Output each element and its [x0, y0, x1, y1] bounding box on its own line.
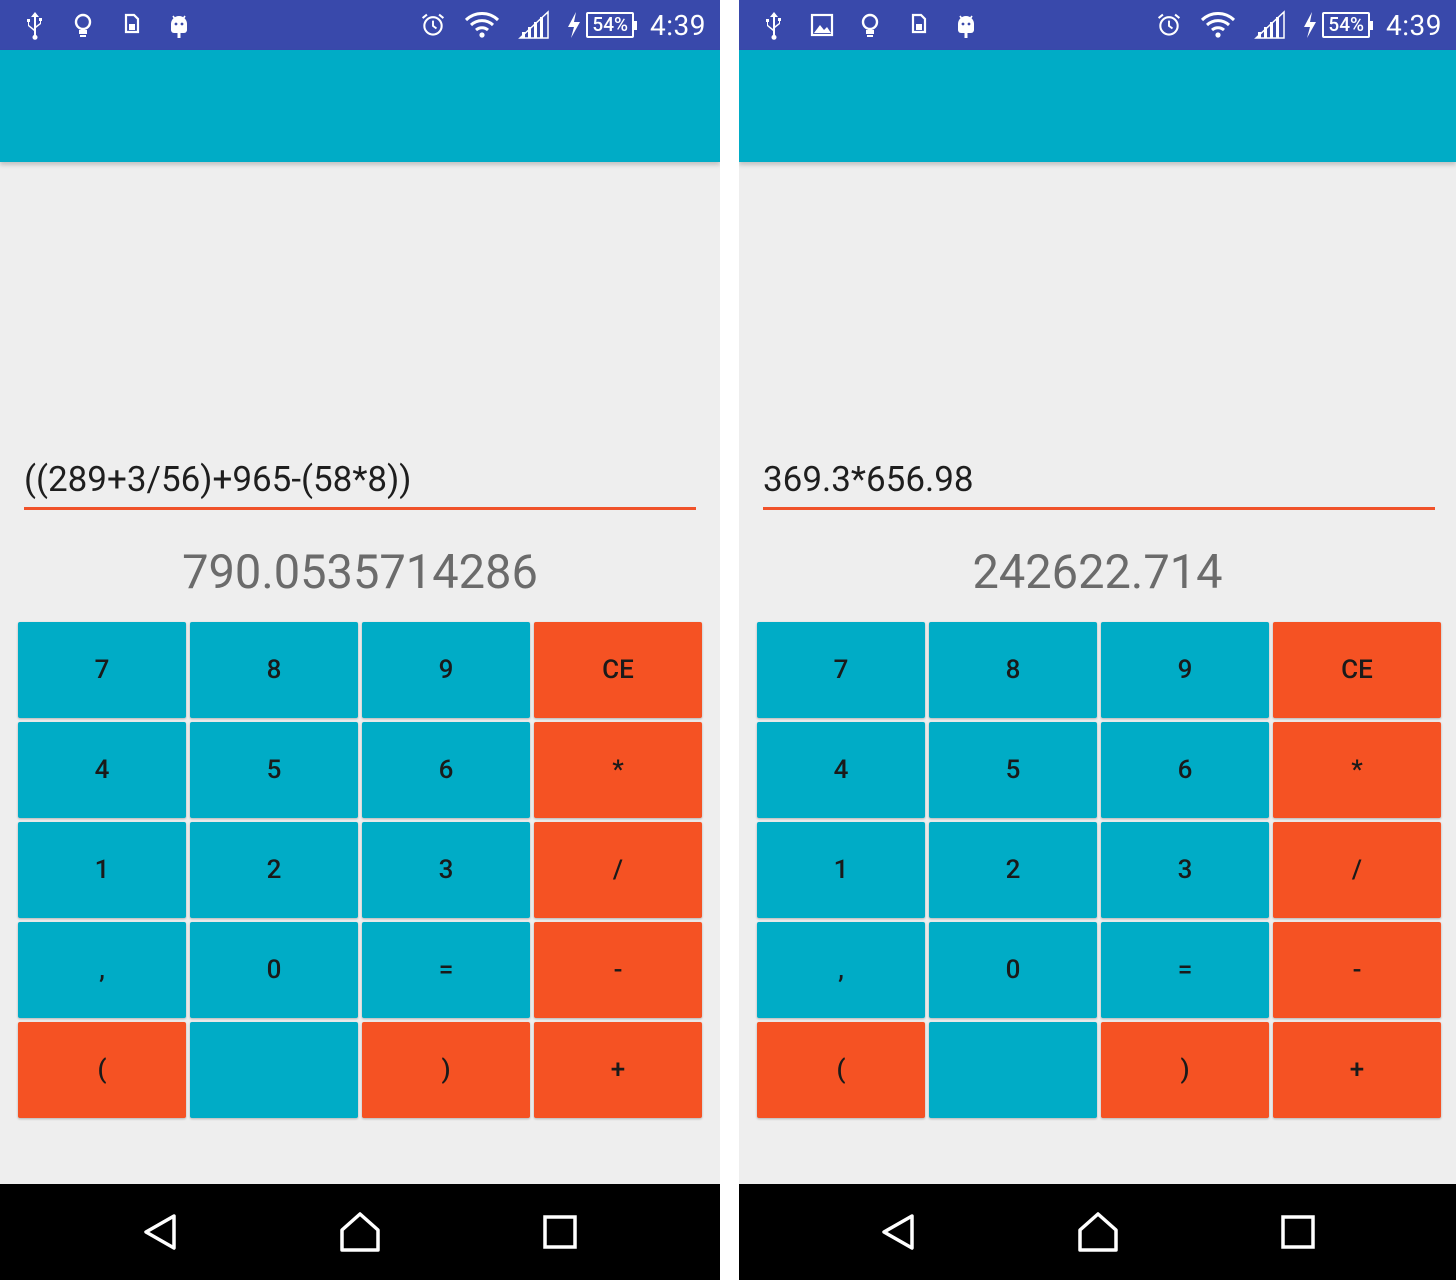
signal-icon [1254, 10, 1286, 40]
result-display: 242622.714 [972, 545, 1223, 600]
key-7[interactable]: 7 [757, 622, 925, 718]
battery-indicator: 54% [1302, 10, 1373, 40]
app-toolbar [0, 50, 720, 162]
usb-icon [22, 10, 48, 40]
key-3[interactable]: 3 [1101, 822, 1269, 918]
key-comma[interactable]: , [757, 922, 925, 1018]
battery-percent: 54% [1322, 12, 1373, 38]
battery-indicator: 54% [566, 10, 637, 40]
back-icon[interactable] [138, 1210, 182, 1254]
key-1[interactable]: 1 [757, 822, 925, 918]
key-8[interactable]: 8 [190, 622, 358, 718]
key-equals[interactable]: = [1101, 922, 1269, 1018]
key-4[interactable]: 4 [18, 722, 186, 818]
charging-icon [566, 10, 582, 40]
key-6[interactable]: 6 [362, 722, 530, 818]
app-toolbar [739, 50, 1456, 162]
key-7[interactable]: 7 [18, 622, 186, 718]
usb-icon [761, 10, 787, 40]
home-icon[interactable] [1076, 1210, 1120, 1254]
navigation-bar [739, 1184, 1456, 1280]
key-1[interactable]: 1 [18, 822, 186, 918]
home-icon[interactable] [338, 1210, 382, 1254]
charging-icon [1302, 10, 1318, 40]
key-3[interactable]: 3 [362, 822, 530, 918]
navigation-bar [0, 1184, 720, 1280]
back-icon[interactable] [876, 1210, 920, 1254]
status-clock: 4:39 [650, 8, 706, 42]
image-icon [809, 10, 835, 40]
recent-apps-icon[interactable] [538, 1210, 582, 1254]
key-blank[interactable] [929, 1022, 1097, 1118]
screenshot-pair: 54% 4:39 790.0535714286 7 8 9 CE 4 5 6 *… [0, 0, 1456, 1280]
phone-screen-right: 54% 4:39 242622.714 7 8 9 CE 4 5 6 * 1 2… [739, 0, 1456, 1280]
android-debug-icon [166, 10, 192, 40]
lightbulb-icon [70, 10, 96, 40]
key-2[interactable]: 2 [929, 822, 1097, 918]
key-multiply[interactable]: * [1273, 722, 1441, 818]
key-blank[interactable] [190, 1022, 358, 1118]
key-open-paren[interactable]: ( [757, 1022, 925, 1118]
key-2[interactable]: 2 [190, 822, 358, 918]
sim-storage-icon [905, 10, 931, 40]
key-8[interactable]: 8 [929, 622, 1097, 718]
key-9[interactable]: 9 [362, 622, 530, 718]
key-clear-entry[interactable]: CE [534, 622, 702, 718]
key-equals[interactable]: = [362, 922, 530, 1018]
key-5[interactable]: 5 [190, 722, 358, 818]
wifi-icon [462, 10, 502, 40]
key-5[interactable]: 5 [929, 722, 1097, 818]
recent-apps-icon[interactable] [1276, 1210, 1320, 1254]
key-4[interactable]: 4 [757, 722, 925, 818]
key-open-paren[interactable]: ( [18, 1022, 186, 1118]
result-display: 790.0535714286 [182, 545, 538, 600]
expression-field[interactable] [763, 452, 1435, 510]
phone-screen-left: 54% 4:39 790.0535714286 7 8 9 CE 4 5 6 *… [0, 0, 720, 1280]
wifi-icon [1198, 10, 1238, 40]
key-divide[interactable]: / [534, 822, 702, 918]
battery-percent: 54% [586, 12, 637, 38]
alarm-icon [1156, 10, 1182, 40]
key-6[interactable]: 6 [1101, 722, 1269, 818]
status-bar: 54% 4:39 [0, 0, 720, 50]
key-clear-entry[interactable]: CE [1273, 622, 1441, 718]
keypad: 7 8 9 CE 4 5 6 * 1 2 3 / , 0 = - ( ) + [18, 622, 702, 1118]
key-close-paren[interactable]: ) [1101, 1022, 1269, 1118]
key-comma[interactable]: , [18, 922, 186, 1018]
key-multiply[interactable]: * [534, 722, 702, 818]
expression-field[interactable] [24, 452, 696, 510]
key-plus[interactable]: + [1273, 1022, 1441, 1118]
lightbulb-icon [857, 10, 883, 40]
sim-storage-icon [118, 10, 144, 40]
key-divide[interactable]: / [1273, 822, 1441, 918]
keypad: 7 8 9 CE 4 5 6 * 1 2 3 / , 0 = - ( ) + [757, 622, 1441, 1118]
key-plus[interactable]: + [534, 1022, 702, 1118]
status-bar: 54% 4:39 [739, 0, 1456, 50]
key-close-paren[interactable]: ) [362, 1022, 530, 1118]
key-9[interactable]: 9 [1101, 622, 1269, 718]
expression-input[interactable] [763, 452, 1435, 506]
expression-input[interactable] [24, 452, 696, 506]
key-minus[interactable]: - [534, 922, 702, 1018]
status-clock: 4:39 [1386, 8, 1442, 42]
alarm-icon [420, 10, 446, 40]
key-0[interactable]: 0 [929, 922, 1097, 1018]
signal-icon [518, 10, 550, 40]
key-minus[interactable]: - [1273, 922, 1441, 1018]
android-debug-icon [953, 10, 979, 40]
key-0[interactable]: 0 [190, 922, 358, 1018]
